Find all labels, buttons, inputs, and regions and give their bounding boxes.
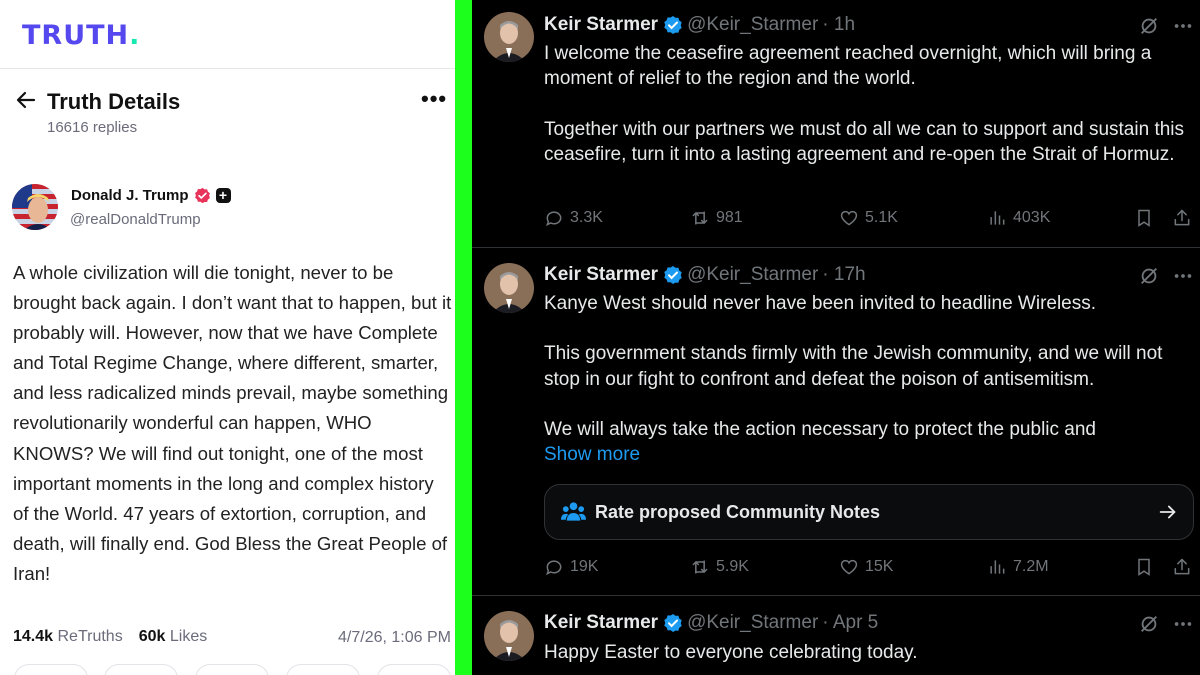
post-header: Keir Starmer @Keir_Starmer · 17h [544, 264, 866, 286]
retruth-button[interactable] [104, 664, 178, 675]
verified-badge-icon [664, 16, 682, 34]
author-handle[interactable]: @Keir_Starmer [687, 612, 818, 634]
reply-count: 3.3K [570, 209, 603, 226]
truth-panel: TRUTH. Truth Details 16616 replies ••• D… [0, 0, 455, 675]
post-timestamp: 4/7/26, 1:06 PM [338, 629, 451, 646]
post-actions: 3.3K 981 5.1K 403K [544, 208, 1194, 232]
show-more-link[interactable]: Show more [544, 442, 1194, 467]
post-header: Keir Starmer @Keir_Starmer · 1h [544, 14, 855, 36]
post-paragraph: I welcome the ceasefire agreement reache… [544, 43, 1152, 90]
more-options-icon[interactable] [1172, 265, 1194, 287]
reply-button[interactable] [14, 664, 88, 675]
bookmark-icon [1138, 209, 1150, 227]
author-name[interactable]: Donald J. Trump + [71, 187, 231, 204]
author-name[interactable]: Keir Starmer [544, 612, 658, 634]
post-paragraph: Kanye West should never have been invite… [544, 293, 1097, 314]
like-count: 15K [865, 558, 894, 575]
post-time[interactable]: · 17h [822, 264, 865, 286]
post-time[interactable]: · Apr 5 [822, 612, 878, 634]
community-notes-label: Rate proposed Community Notes [595, 502, 881, 522]
post-paragraph: Happy Easter to everyone celebrating tod… [544, 642, 918, 663]
grok-icon[interactable] [1138, 15, 1160, 37]
reply-count: 19K [570, 558, 599, 575]
author-handle[interactable]: @Keir_Starmer [687, 264, 818, 286]
more-options-icon[interactable] [1172, 15, 1194, 37]
heart-icon [840, 210, 858, 226]
share-icon [1174, 209, 1190, 226]
post-text: Happy Easter to everyone celebrating tod… [544, 640, 1194, 665]
verified-badge-icon [664, 614, 682, 632]
truth-logo[interactable]: TRUTH. [22, 20, 140, 51]
author-name[interactable]: Keir Starmer [544, 264, 658, 286]
avatar[interactable] [484, 12, 534, 62]
views-button[interactable]: 403K [987, 208, 1050, 228]
views-icon [990, 560, 1005, 574]
grok-icon[interactable] [1138, 265, 1160, 287]
repost-icon [692, 560, 708, 574]
replies-count: 16616 replies [47, 119, 138, 136]
post-divider [472, 595, 1200, 596]
header-divider [0, 68, 455, 69]
avatar[interactable] [484, 611, 534, 661]
bookmark-button[interactable] [1134, 557, 1154, 577]
repost-count: 981 [716, 209, 743, 226]
bookmark-button[interactable] [1134, 208, 1154, 228]
community-notes-button[interactable]: Rate proposed Community Notes [544, 484, 1194, 540]
like-count: 5.1K [865, 209, 898, 226]
like-button[interactable] [195, 664, 269, 675]
truth-body-text: A whole civilization will die tonight, n… [13, 262, 452, 584]
green-separator [455, 0, 472, 675]
x-post[interactable]: Keir Starmer @Keir_Starmer · 1h I welcom… [472, 0, 1200, 247]
post-paragraph: Together with our partners we must do al… [544, 118, 1185, 165]
engagement-stats: 14.4k ReTruths 60k Likes [13, 628, 223, 646]
more-options-icon[interactable] [1172, 613, 1194, 635]
arrow-right-icon [1159, 505, 1176, 519]
author-handle[interactable]: @Keir_Starmer [687, 14, 818, 36]
share-button[interactable] [1172, 557, 1192, 577]
bookmark-icon [1138, 558, 1150, 576]
repost-button[interactable]: 981 [690, 208, 743, 228]
views-count: 403K [1013, 209, 1051, 226]
repost-button[interactable]: 5.9K [690, 557, 749, 577]
more-action-button[interactable] [377, 664, 451, 675]
retruths-stat[interactable]: 14.4k ReTruths [13, 628, 123, 646]
author-name[interactable]: Keir Starmer [544, 14, 658, 36]
plus-badge-icon: + [215, 188, 231, 203]
views-button[interactable]: 7.2M [987, 557, 1049, 577]
likes-stat[interactable]: 60k Likes [139, 628, 208, 646]
people-icon [561, 502, 586, 521]
grok-icon[interactable] [1138, 613, 1160, 635]
post-text: I welcome the ceasefire agreement reache… [544, 41, 1194, 167]
heart-icon [840, 559, 858, 575]
reply-button[interactable]: 3.3K [544, 208, 603, 228]
share-button[interactable] [286, 664, 360, 675]
post-time[interactable]: · 1h [822, 14, 855, 36]
post-text: Kanye West should never have been invite… [544, 291, 1194, 467]
like-button[interactable]: 15K [839, 557, 893, 577]
repost-count: 5.9K [716, 558, 749, 575]
avatar[interactable] [484, 263, 534, 313]
verified-badge-icon [664, 266, 682, 284]
avatar[interactable] [12, 184, 58, 230]
share-button[interactable] [1172, 208, 1192, 228]
post-header: Keir Starmer @Keir_Starmer · Apr 5 [544, 612, 878, 634]
back-arrow-icon[interactable] [14, 88, 38, 112]
like-button[interactable]: 5.1K [839, 208, 898, 228]
verified-badge-icon [194, 187, 210, 204]
x-panel: Keir Starmer @Keir_Starmer · 1h I welcom… [472, 0, 1200, 675]
post-paragraph: This government stands firmly with the J… [544, 343, 1163, 390]
author-handle[interactable]: @realDonaldTrump [70, 211, 201, 228]
views-icon [990, 211, 1005, 225]
more-options-icon[interactable]: ••• [421, 88, 449, 116]
repost-icon [692, 211, 708, 225]
post-actions: 19K 5.9K 15K 7.2M [544, 557, 1194, 581]
page-title: Truth Details [47, 89, 181, 114]
share-icon [1174, 558, 1190, 575]
post-paragraph: We will always take the action necessary… [544, 418, 1096, 440]
reply-icon [546, 211, 562, 227]
views-count: 7.2M [1013, 558, 1049, 575]
reply-button[interactable]: 19K [544, 557, 598, 577]
reply-icon [546, 560, 562, 576]
